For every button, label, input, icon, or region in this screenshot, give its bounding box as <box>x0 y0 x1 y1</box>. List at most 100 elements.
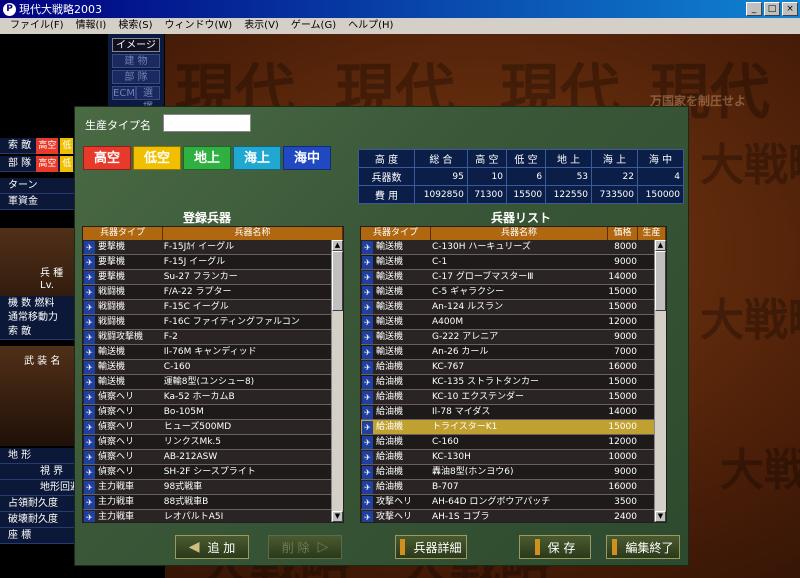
scroll-up-arrow-icon[interactable]: ▲ <box>655 240 666 251</box>
list-item[interactable]: ✈ 給油機 C-160 12000 <box>361 435 654 450</box>
list-cell-price: 2400 <box>614 512 637 522</box>
production-type-label: 生産タイプ名 <box>85 119 151 132</box>
list-cell-name: 運輸8型(ユンシュー8) <box>163 377 255 387</box>
list-item[interactable]: ✈ 偵察ヘリ リンクスMk.5 <box>83 435 331 450</box>
menu-view[interactable]: 表示(V) <box>238 18 285 34</box>
close-button[interactable]: × <box>782 2 798 16</box>
button-marker-icon <box>612 539 618 555</box>
button-marker-icon <box>534 539 540 555</box>
select-button[interactable]: 選 擇 <box>136 86 160 113</box>
image-view-button[interactable]: イメージ <box>112 38 160 52</box>
list-cell-type: 要撃機 <box>98 257 126 267</box>
menu-window[interactable]: ウィンドウ(W) <box>158 18 238 34</box>
list-item[interactable]: ✈ 偵察ヘリ AB-212ASW <box>83 450 331 465</box>
list-item[interactable]: ✈ 給油機 Il-78 マイダス 14000 <box>361 405 654 420</box>
list-cell-type: 主力戦車 <box>98 482 135 492</box>
building-view-button[interactable]: 建 物 <box>112 54 160 68</box>
registered-rows: ✈ 要撃機 F-15Jｶｲ イーグル ✈ 要撃機 F-15J イーグル ✈ 要撃機 Su-27 … <box>83 240 331 522</box>
filter-sea-button[interactable]: 海上 <box>233 146 281 170</box>
registered-scrollbar[interactable]: ▲ ▼ <box>331 240 343 522</box>
finish-edit-button[interactable]: 編集終了 <box>606 535 680 559</box>
list-item[interactable]: ✈ 輸送機 An-26 カール 7000 <box>361 345 654 360</box>
scroll-thumb[interactable] <box>332 251 343 311</box>
list-item[interactable]: ✈ 戦闘機 F-16C ファイティングファルコン <box>83 315 331 330</box>
scroll-thumb[interactable] <box>655 251 666 311</box>
list-item[interactable]: ✈ 主力戦車 98式戦車 <box>83 480 331 495</box>
menu-game[interactable]: ゲーム(G) <box>285 18 342 34</box>
unit-type-icon: ✈ <box>84 361 95 374</box>
list-item[interactable]: ✈ 給油機 KC-767 16000 <box>361 360 654 375</box>
list-cell-price: 12000 <box>608 317 637 327</box>
filter-high-altitude-button[interactable]: 高空 <box>83 146 131 170</box>
menu-search[interactable]: 検索(S) <box>112 18 158 34</box>
list-item[interactable]: ✈ 攻撃ヘリ AH-64D ロングボウアパッチ 3500 <box>361 495 654 510</box>
remove-button[interactable]: 削 除 ▷ <box>268 535 342 559</box>
list-cell-name: 轟油8型(ホンヨウ6) <box>432 467 514 477</box>
stats-header-row: 高 度 総 合 高 空 低 空 地 上 海 上 海 中 <box>358 149 684 168</box>
list-item[interactable]: ✈ 輸送機 A400M 12000 <box>361 315 654 330</box>
scroll-down-arrow-icon[interactable]: ▼ <box>332 511 343 522</box>
menu-file[interactable]: ファイル(F) <box>4 18 70 34</box>
list-item[interactable]: ✈ 輸送機 運輸8型(ユンシュー8) <box>83 375 331 390</box>
menu-info[interactable]: 情報(I) <box>70 18 113 34</box>
list-cell-name: C-1 <box>432 257 448 267</box>
list-cell-type: 要撃機 <box>98 242 126 252</box>
list-item[interactable]: ✈ 給油機 KC-135 ストラトタンカー 15000 <box>361 375 654 390</box>
list-item[interactable]: ✈ 主力戦車 レオパルトA5I <box>83 510 331 522</box>
list-item[interactable]: ✈ 給油機 トライスターK1 15000 <box>361 420 654 435</box>
list-item[interactable]: ✈ 偵察ヘリ ヒューズ500MD <box>83 420 331 435</box>
list-item[interactable]: ✈ 給油機 KC-130H 10000 <box>361 450 654 465</box>
scroll-up-arrow-icon[interactable]: ▲ <box>332 240 343 251</box>
weapon-list-title: 兵器リスト <box>491 211 552 225</box>
list-item[interactable]: ✈ 輸送機 An-124 ルスラン 15000 <box>361 300 654 315</box>
list-item[interactable]: ✈ 戦闘機 F/A-22 ラプター <box>83 285 331 300</box>
minimize-button[interactable]: _ <box>746 2 762 16</box>
list-item[interactable]: ✈ 輸送機 C-1 9000 <box>361 255 654 270</box>
unit-type-icon: ✈ <box>84 451 95 464</box>
list-item[interactable]: ✈ 戦闘攻撃機 F-2 <box>83 330 331 345</box>
weapons-scrollbar[interactable]: ▲ ▼ <box>654 240 666 522</box>
list-item[interactable]: ✈ 偵察ヘリ Ka-52 ホーカムB <box>83 390 331 405</box>
filter-underwater-button[interactable]: 海中 <box>283 146 331 170</box>
add-button[interactable]: ◀ 追 加 <box>175 535 249 559</box>
list-cell-type: 輸送機 <box>376 242 404 252</box>
filter-ground-button[interactable]: 地上 <box>183 146 231 170</box>
list-item[interactable]: ✈ 輸送機 Il-76M キャンディッド <box>83 345 331 360</box>
production-type-input[interactable] <box>163 114 251 132</box>
list-item[interactable]: ✈ 輸送機 C-130H ハーキュリーズ 8000 <box>361 240 654 255</box>
list-item[interactable]: ✈ 偵察ヘリ SH-2F シースプライト <box>83 465 331 480</box>
list-item[interactable]: ✈ 偵察ヘリ Bo-105M <box>83 405 331 420</box>
weapon-detail-button[interactable]: 兵器詳細 <box>395 535 467 559</box>
list-item[interactable]: ✈ 輸送機 G-222 アレニア 9000 <box>361 330 654 345</box>
bg-subtitle-art: 大戦略 <box>700 295 800 346</box>
unit-type-icon: ✈ <box>362 376 373 389</box>
list-item[interactable]: ✈ 主力戦車 88式戦車B <box>83 495 331 510</box>
list-cell-name: F-16C ファイティングファルコン <box>163 317 300 327</box>
list-item[interactable]: ✈ 攻撃ヘリ AH-1S コブラ 2400 <box>361 510 654 522</box>
registered-list-header: 兵器タイプ 兵器名称 <box>83 227 343 240</box>
list-item[interactable]: ✈ 輸送機 C-5 ギャラクシー 15000 <box>361 285 654 300</box>
list-item[interactable]: ✈ 戦闘機 F-15C イーグル <box>83 300 331 315</box>
list-item[interactable]: ✈ 要撃機 F-15J イーグル <box>83 255 331 270</box>
menu-help[interactable]: ヘルプ(H) <box>342 18 399 34</box>
ecm-button[interactable]: ECM <box>112 86 136 100</box>
right-arrow-icon: ▷ <box>317 539 329 555</box>
list-item[interactable]: ✈ 輸送機 C-160 <box>83 360 331 375</box>
unit-type-icon: ✈ <box>362 271 373 284</box>
list-item[interactable]: ✈ 輸送機 C-17 グローブマスターⅢ 14000 <box>361 270 654 285</box>
unit-view-button[interactable]: 部 隊 <box>112 70 160 84</box>
list-cell-price: 15000 <box>608 392 637 402</box>
registered-weapons-list[interactable]: 兵器タイプ 兵器名称 ✈ 要撃機 F-15Jｶｲ イーグル ✈ 要撃機 F-15J イーグ… <box>82 226 344 523</box>
unit-type-icon: ✈ <box>362 511 373 522</box>
list-item[interactable]: ✈ 給油機 轟油8型(ホンヨウ6) 9000 <box>361 465 654 480</box>
list-item[interactable]: ✈ 要撃機 F-15Jｶｲ イーグル <box>83 240 331 255</box>
scroll-down-arrow-icon[interactable]: ▼ <box>655 511 666 522</box>
maximize-button[interactable]: □ <box>764 2 780 16</box>
save-button[interactable]: 保 存 <box>519 535 591 559</box>
list-cell-price: 9000 <box>614 332 637 342</box>
filter-low-altitude-button[interactable]: 低空 <box>133 146 181 170</box>
weapons-list[interactable]: 兵器タイプ 兵器名称 価格 生産 ✈ 輸送機 C-130H ハーキュリーズ 8000 ✈… <box>360 226 667 523</box>
list-item[interactable]: ✈ 給油機 KC-10 エクステンダー 15000 <box>361 390 654 405</box>
list-item[interactable]: ✈ 要撃機 Su-27 フランカー <box>83 270 331 285</box>
list-item[interactable]: ✈ 給油機 B-707 16000 <box>361 480 654 495</box>
